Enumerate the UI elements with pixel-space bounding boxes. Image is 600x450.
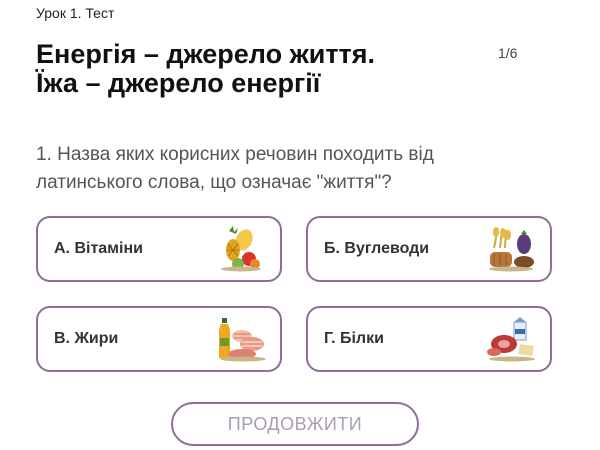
- meat-dairy-icon: [487, 317, 535, 362]
- page-title: Енергія – джерело життя. Їжа – джерело е…: [36, 40, 375, 98]
- answer-option-c[interactable]: В. Жири: [36, 306, 282, 372]
- answer-option-a-label: А. Вітаміни: [54, 240, 143, 257]
- question-counter: 1/6: [498, 45, 518, 61]
- continue-button[interactable]: ПРОДОВЖИТИ: [171, 402, 419, 446]
- bread-grain-icon: [489, 227, 534, 272]
- fruits-icon: [221, 226, 261, 272]
- page-title-line1: Енергія – джерело життя.: [36, 39, 376, 69]
- answer-option-a[interactable]: А. Вітаміни: [36, 216, 282, 282]
- oil-fats-icon: [219, 318, 266, 362]
- question-text: 1. Назва яких корисних речовин походить …: [36, 144, 434, 193]
- breadcrumb: Урок 1. Тест: [36, 5, 115, 21]
- answer-option-b-label: Б. Вуглеводи: [324, 240, 430, 257]
- answer-option-d[interactable]: Г. Білки: [306, 306, 552, 372]
- page-title-line2: Їжа – джерело енергії: [36, 68, 321, 98]
- answer-option-d-label: Г. Білки: [324, 330, 384, 347]
- answer-option-b[interactable]: Б. Вуглеводи: [306, 216, 552, 282]
- answer-option-c-label: В. Жири: [54, 330, 119, 347]
